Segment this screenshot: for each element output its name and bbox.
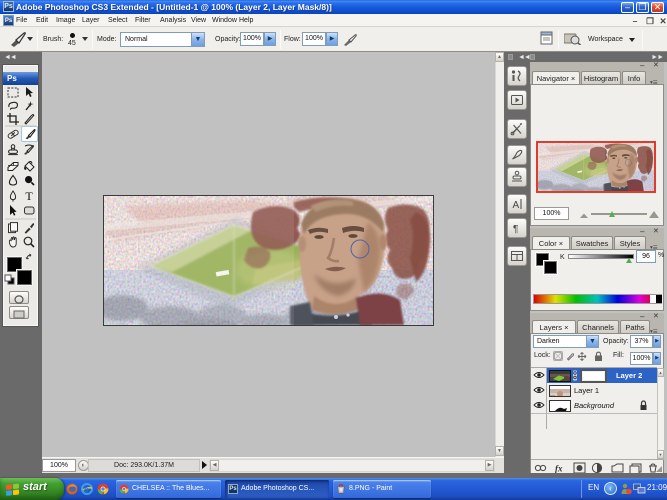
svg-text:A: A [513, 200, 520, 211]
svg-text:T: T [25, 189, 33, 203]
svg-text:¶: ¶ [513, 224, 518, 235]
svg-text:fx: fx [555, 464, 563, 474]
svg-text:e: e [84, 485, 89, 494]
